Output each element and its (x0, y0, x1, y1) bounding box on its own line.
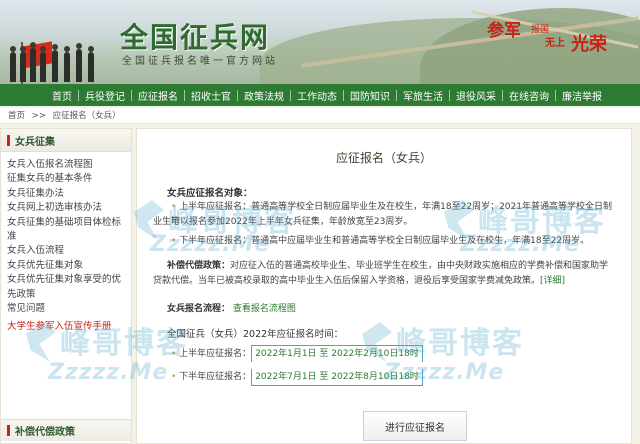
flowchart-link[interactable]: 查看报名流程图 (233, 304, 296, 314)
heading-marker (7, 134, 10, 146)
compensation-paragraph-cont: 贷款代偿。当年已被高校录取的高中毕业生入伍后保留入学资格，退役后享受国家学费减免… (153, 274, 623, 289)
sidebar: 女兵征集 女兵入伍报名流程图 征集女兵的基本条件 女兵征集办法 女兵网上初选审核… (0, 128, 132, 444)
badge-text: 参军 (487, 21, 521, 41)
section-title-targets: 女兵应征报名对象： (167, 188, 253, 199)
process-label: 女兵报名流程： (167, 304, 231, 314)
sidebar-heading: 女兵征集 (1, 129, 131, 152)
sidebar-heading-compensation: 补偿代偿政策 (1, 419, 131, 441)
heading-marker (7, 425, 10, 436)
nav-item-veterans[interactable]: 退役风采 (450, 88, 502, 103)
compensation-text: 对应征入伍的普通高校毕业生、毕业班学生在校生，由中央财政实施相应的学费补偿和国家… (230, 261, 609, 271)
nav-item-defense[interactable]: 国防知识 (344, 88, 396, 103)
sidebar-list: 女兵入伍报名流程图 征集女兵的基本条件 女兵征集办法 女兵网上初选审核办法 女兵… (1, 152, 131, 335)
second-half-date-value: 2022年7月1日 至 2022年8月10日18时 (251, 369, 423, 386)
sidebar-heading-label: 女兵征集 (15, 136, 55, 148)
nav-item-registration[interactable]: 兵役登记 (79, 88, 131, 103)
sidebar-item-faq[interactable]: 常见问题 (7, 302, 127, 316)
nav-item-consult[interactable]: 在线咨询 (503, 88, 555, 103)
compensation-paragraph: 补偿代偿政策：对应征入伍的普通高校毕业生、毕业班学生在校生，由中央财政实施相应的… (167, 259, 617, 274)
details-link[interactable]: [详细] (540, 276, 565, 286)
section-title-dates: 全国征兵（女兵）2022年应征报名时间： (167, 329, 344, 340)
site-slogan: 全国征兵报名唯一官方网站 (122, 56, 278, 67)
compensation-label: 补偿代偿政策： (167, 261, 231, 271)
page-title: 应征报名（女兵） (335, 151, 432, 165)
nav-item-news[interactable]: 工作动态 (291, 88, 343, 103)
slogan-badge: 参军 报国 无上 光荣 (487, 14, 607, 58)
site-banner: 全国征兵网 全国征兵报名唯一官方网站 参军 报国 无上 光荣 (0, 0, 640, 84)
breadcrumb-home[interactable]: 首页 (8, 111, 25, 121)
nav-item-enlist[interactable]: 应征报名 (132, 88, 184, 103)
sidebar-item-priority-targets[interactable]: 女兵优先征集对象 (7, 259, 127, 273)
site-logo[interactable]: 全国征兵网 (120, 16, 270, 56)
badge-text: 光荣 (571, 34, 607, 55)
red-flag-icon (22, 41, 52, 69)
soldiers-image (6, 38, 102, 84)
sidebar-item-medical-standard[interactable]: 女兵征集的基础项目体检标 (7, 216, 127, 230)
second-half-date-row: • 下半年应征报名： 2022年7月1日 至 2022年8月10日18时 (171, 369, 423, 386)
breadcrumb-separator: >> (31, 111, 46, 121)
first-half-date-label: 上半年应征报名： (179, 349, 252, 359)
second-half-text: 下半年应征报名：普通高中应届毕业生和普通高等学校全日制应届毕业生及在校生，年满1… (179, 236, 590, 246)
sidebar-item-recruit-method[interactable]: 女兵征集办法 (7, 187, 127, 201)
sidebar-heading-label[interactable]: 补偿代偿政策 (15, 423, 75, 438)
bullet-icon: • (171, 236, 180, 246)
bullet-icon: • (171, 372, 180, 382)
breadcrumb: 首页 >> 应征报名（女兵） (0, 108, 640, 124)
sidebar-item-medical-standard-cont[interactable]: 准 (7, 230, 127, 244)
second-half-paragraph: • 下半年应征报名：普通高中应届毕业生和普通高等学校全日制应届毕业生及在校生，年… (171, 234, 619, 249)
sidebar-item-process[interactable]: 女兵入伍流程 (7, 244, 127, 258)
sidebar-item-priority-policy[interactable]: 女兵优先征集对象享受的优 (7, 273, 127, 287)
bullet-icon: • (171, 202, 180, 212)
enlist-submit-button[interactable]: 进行应征报名 (363, 411, 467, 441)
first-half-paragraph-cont: 业生可以报名参加2022年上半年女兵征集，年龄放宽至23周岁。 (153, 217, 413, 227)
sidebar-item-handbook[interactable]: 大学生参军入伍宣传手册 (7, 320, 127, 334)
sidebar-item-basic-conditions[interactable]: 征集女兵的基本条件 (7, 172, 127, 186)
main-nav: 首页 兵役登记 应征报名 招收士官 政策法规 工作动态 国防知识 军旅生活 退役… (0, 84, 640, 106)
compensation-text-cont: 贷款代偿。当年已被高校录取的高中毕业生入伍后保留入学资格，退役后享受国家学费减免… (153, 276, 541, 286)
nav-item-nco[interactable]: 招收士官 (185, 88, 237, 103)
breadcrumb-current: 应征报名（女兵） (52, 111, 121, 121)
nav-item-home[interactable]: 首页 (46, 88, 78, 103)
main-content: 应征报名（女兵） 女兵应征报名对象： • 上半年应征报名：普通高等学校全日制应届… (136, 128, 632, 444)
second-half-date-label: 下半年应征报名： (179, 372, 252, 382)
first-half-date-row: • 上半年应征报名： 2022年1月1日 至 2022年2月10日18时 (171, 345, 423, 362)
badge-text: 无上 (545, 38, 565, 49)
sidebar-item-priority-policy-cont[interactable]: 先政策 (7, 288, 127, 302)
sidebar-item-flowchart[interactable]: 女兵入伍报名流程图 (7, 158, 127, 172)
bullet-icon: • (171, 349, 180, 359)
process-row: 女兵报名流程： 查看报名流程图 (167, 302, 296, 317)
nav-item-military-life[interactable]: 军旅生活 (397, 88, 449, 103)
sidebar-item-online-review[interactable]: 女兵网上初选审核办法 (7, 201, 127, 215)
nav-item-policy[interactable]: 政策法规 (238, 88, 290, 103)
nav-item-report[interactable]: 廉洁举报 (556, 88, 608, 103)
first-half-date-value: 2022年1月1日 至 2022年2月10日18时 (251, 345, 423, 362)
